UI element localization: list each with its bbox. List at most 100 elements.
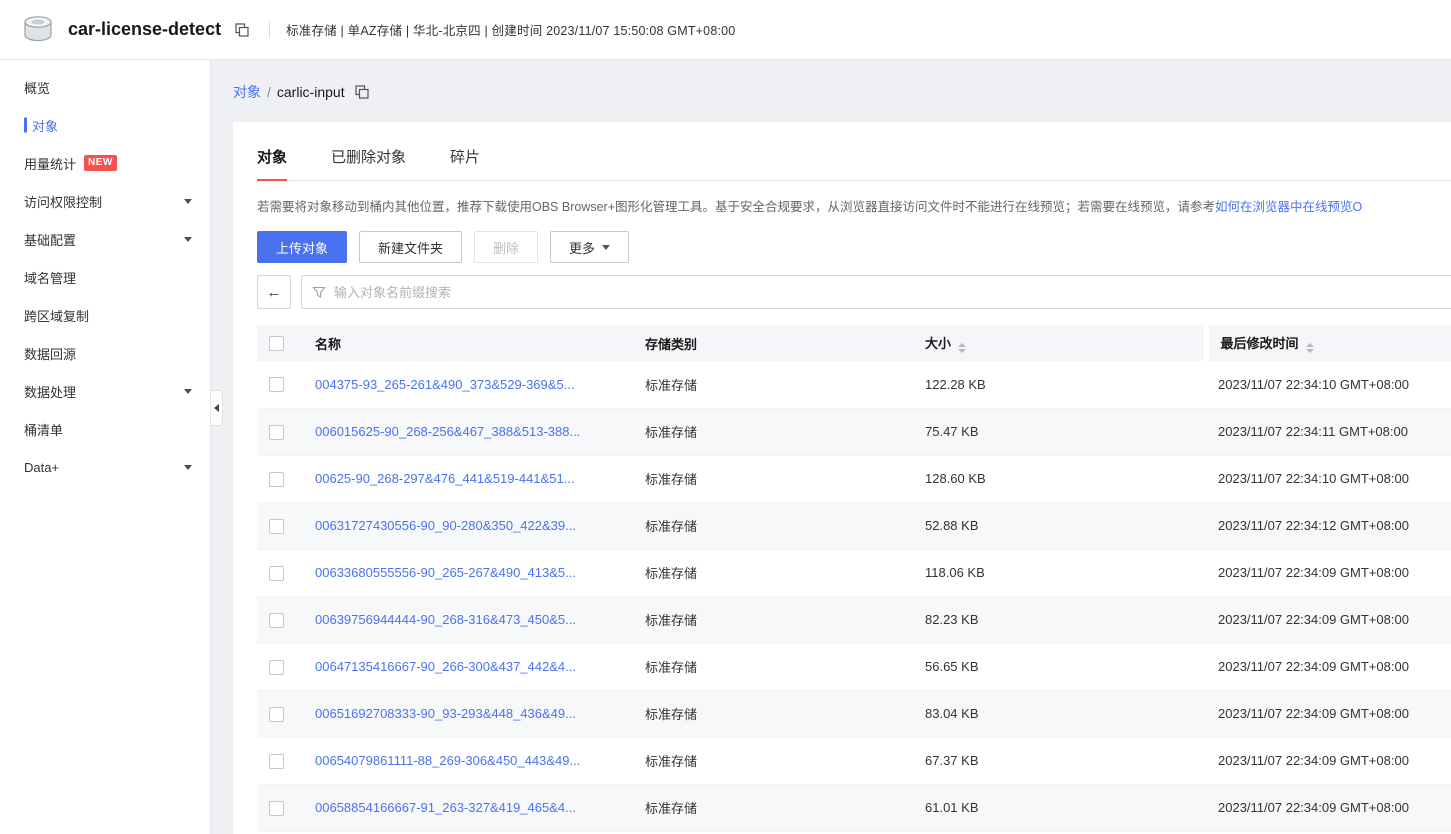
row-checkbox[interactable] (269, 800, 284, 816)
copy-path-icon[interactable] (354, 85, 369, 99)
object-name-link[interactable]: 00625-90_268-297&476_441&519-441&51... (315, 471, 575, 486)
modified-cell: 2023/11/07 22:34:11 GMT+08:00 (1206, 408, 1451, 456)
modified-cell: 2023/11/07 22:34:09 GMT+08:00 (1206, 737, 1451, 785)
object-name-link[interactable]: 00631727430556-90_90-280&350_422&39... (315, 518, 576, 533)
storage-class-cell: 标准存储 (633, 455, 913, 503)
tab-fragments[interactable]: 碎片 (450, 146, 480, 180)
notice-preview-link[interactable]: 如何在浏览器中在线预览O (1215, 200, 1362, 214)
new-folder-button[interactable]: 新建文件夹 (359, 231, 463, 263)
sidebar-item-data-processing[interactable]: 数据处理 (0, 372, 210, 410)
modified-cell: 2023/11/07 22:34:10 GMT+08:00 (1206, 455, 1451, 503)
modified-cell: 2023/11/07 22:34:10 GMT+08:00 (1206, 361, 1451, 409)
sidebar-item-back-to-source[interactable]: 数据回源 (0, 334, 210, 372)
back-button[interactable]: ← (257, 275, 291, 309)
object-name-link[interactable]: 00633680555556-90_265-267&490_413&5... (315, 565, 576, 580)
breadcrumb: 对象 / carlic-input (211, 60, 1451, 122)
size-cell: 67.37 KB (913, 737, 1206, 785)
object-name-link[interactable]: 00651692708333-90_93-293&448_436&49... (315, 706, 576, 721)
row-checkbox[interactable] (269, 659, 284, 675)
sidebar-item-label: 对象 (32, 118, 59, 134)
bucket-icon (18, 12, 58, 48)
sidebar-item-label: 数据回源 (24, 346, 77, 362)
sidebar-item-usage-statistics[interactable]: 用量统计 NEW (0, 144, 210, 182)
object-name-link[interactable]: 004375-93_265-261&490_373&529-369&5... (315, 377, 575, 392)
object-name-link[interactable]: 00654079861111-88_269-306&450_443&49... (315, 753, 580, 768)
tab-objects[interactable]: 对象 (257, 146, 288, 181)
sidebar-item-bucket-inventory[interactable]: 桶清单 (0, 410, 210, 448)
modified-cell: 2023/11/07 22:34:09 GMT+08:00 (1206, 784, 1451, 832)
size-cell: 82.23 KB (913, 596, 1206, 644)
more-button[interactable]: 更多 (550, 231, 630, 263)
table-row: 006015625-90_268-256&467_388&513-388... … (257, 408, 1451, 456)
copy-bucket-name-icon[interactable] (235, 22, 249, 37)
storage-class-cell: 标准存储 (633, 596, 913, 644)
search-input[interactable] (334, 284, 1451, 300)
row-checkbox[interactable] (269, 565, 284, 581)
select-all-checkbox[interactable] (269, 336, 284, 352)
storage-class-cell: 标准存储 (633, 408, 913, 456)
tab-bar: 对象 已删除对象 碎片 (257, 122, 1451, 181)
table-row: 00639756944444-90_268-316&473_450&5... 标… (257, 596, 1451, 644)
table-row: 00651692708333-90_93-293&448_436&49... 标… (257, 690, 1451, 738)
table-row: 00658854166667-91_263-327&419_465&4... 标… (257, 784, 1451, 832)
object-table: 名称 存储类别 大小 最后修改时间 004375-93_265-261&490_… (257, 325, 1451, 832)
sidebar-item-dataplus[interactable]: Data+ (0, 448, 210, 486)
storage-class-cell: 标准存储 (633, 784, 913, 832)
size-cell: 61.01 KB (913, 784, 1206, 832)
storage-class-cell: 标准存储 (633, 502, 913, 550)
column-last-modified: 最后修改时间 (1220, 336, 1299, 351)
storage-class-cell: 标准存储 (633, 737, 913, 785)
sidebar-item-access-control[interactable]: 访问权限控制 (0, 182, 210, 220)
storage-class-cell: 标准存储 (633, 690, 913, 738)
object-name-link[interactable]: 00658854166667-91_263-327&419_465&4... (315, 800, 576, 815)
size-cell: 56.65 KB (913, 643, 1206, 691)
sidebar-item-objects[interactable]: 对象 (0, 106, 210, 144)
chevron-down-icon (602, 244, 611, 250)
sidebar-item-label: 域名管理 (24, 270, 77, 286)
row-checkbox[interactable] (269, 753, 284, 769)
objects-card: 对象 已删除对象 碎片 若需要将对象移动到桶内其他位置，推荐下载使用OBS Br… (233, 122, 1451, 834)
row-checkbox[interactable] (269, 471, 284, 487)
sidebar-item-label: 访问权限控制 (24, 194, 103, 210)
size-cell: 128.60 KB (913, 455, 1206, 503)
size-cell: 122.28 KB (913, 361, 1206, 409)
table-row: 00633680555556-90_265-267&490_413&5... 标… (257, 549, 1451, 597)
bucket-header: car-license-detect 标准存储 | 单AZ存储 | 华北-北京四… (0, 0, 1451, 60)
collapse-left-icon (214, 404, 219, 412)
sidebar-item-overview[interactable]: 概览 (0, 68, 210, 106)
row-checkbox[interactable] (269, 424, 284, 440)
object-name-link[interactable]: 00647135416667-90_266-300&437_442&4... (315, 659, 576, 674)
upload-object-button[interactable]: 上传对象 (257, 231, 348, 263)
column-name: 名称 (315, 336, 342, 352)
tab-deleted-objects[interactable]: 已删除对象 (331, 146, 406, 180)
sidebar-item-cross-region-replication[interactable]: 跨区域复制 (0, 296, 210, 334)
size-cell: 52.88 KB (913, 502, 1206, 550)
object-name-link[interactable]: 006015625-90_268-256&467_388&513-388... (315, 424, 580, 439)
main-content: 对象 / carlic-input 对象 已删除对象 碎片 若需要将对象移动到桶… (211, 0, 1451, 834)
sidebar: 概览 对象 用量统计 NEW 访问权限控制 基础配置 域名管理 跨区域复制 数据… (0, 60, 211, 834)
size-cell: 83.04 KB (913, 690, 1206, 738)
header-divider (269, 21, 271, 38)
sidebar-item-basic-config[interactable]: 基础配置 (0, 220, 210, 258)
row-checkbox[interactable] (269, 518, 284, 534)
object-name-link[interactable]: 00639756944444-90_268-316&473_450&5... (315, 612, 576, 627)
sidebar-collapse-handle[interactable] (211, 390, 223, 426)
breadcrumb-objects-link[interactable]: 对象 (233, 82, 261, 102)
delete-button[interactable]: 删除 (474, 231, 539, 263)
row-checkbox[interactable] (269, 377, 284, 393)
row-checkbox[interactable] (269, 706, 284, 722)
toolbar: 上传对象 新建文件夹 删除 更多 (257, 231, 1451, 263)
sidebar-item-domain-management[interactable]: 域名管理 (0, 258, 210, 296)
sort-size-icon[interactable] (958, 343, 967, 353)
sidebar-item-label: 基础配置 (24, 232, 77, 248)
storage-class-cell: 标准存储 (633, 643, 913, 691)
size-cell: 118.06 KB (913, 549, 1206, 597)
sort-modified-icon[interactable] (1305, 343, 1314, 353)
modified-cell: 2023/11/07 22:34:09 GMT+08:00 (1206, 549, 1451, 597)
row-checkbox[interactable] (269, 612, 284, 628)
bucket-title: car-license-detect (68, 19, 222, 39)
search-box[interactable] (301, 275, 1451, 309)
column-storage-class: 存储类别 (645, 336, 698, 352)
search-row: ← (257, 275, 1451, 309)
new-badge: NEW (84, 155, 117, 171)
